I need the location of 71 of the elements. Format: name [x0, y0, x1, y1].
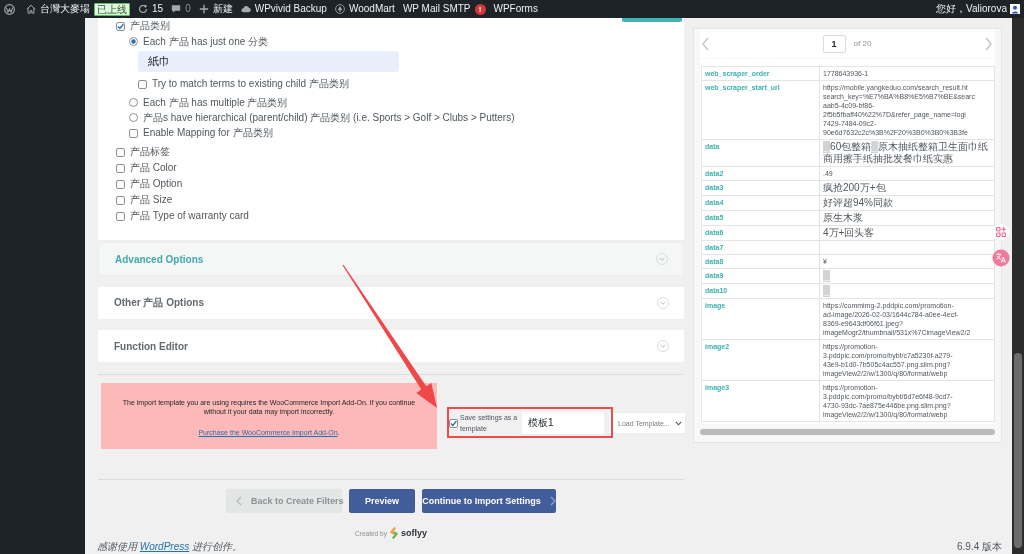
mail-menu-link[interactable]: WP Mail SMTP: [402, 2, 471, 16]
field-value-cell: ▒: [820, 284, 994, 298]
field-value-cell: 原生木浆: [820, 211, 994, 225]
option-label: 产品标签: [130, 145, 170, 159]
logo-icon: [389, 527, 398, 539]
field-value-cell: 疯抢200万+包: [820, 181, 994, 195]
continue-button[interactable]: Continue to Import Settings: [422, 489, 556, 513]
option-label: 产品 Color: [130, 161, 177, 175]
checkbox[interactable]: [116, 163, 125, 173]
option-label: Each 产品 has multiple 产品类别: [143, 95, 288, 110]
option-label: 产品 Option: [130, 177, 183, 191]
chevron-left-icon: [236, 496, 242, 506]
template-name-field[interactable]: 模板1: [522, 412, 604, 434]
page-number-field[interactable]: 1: [822, 34, 846, 53]
radio-button[interactable]: [129, 113, 138, 122]
scrollbar-thumb[interactable]: [700, 429, 995, 435]
field-value-cell: ▒60包整箱▒原木抽纸整箱卫生面巾纸商用擦手纸抽批发餐巾纸实惠: [820, 140, 994, 166]
notification-badge: !: [474, 3, 486, 15]
option-label: Each 产品 has just one 分类: [143, 34, 269, 49]
scrollbar-thumb[interactable]: [1014, 353, 1022, 548]
caret-down-icon: [675, 420, 682, 426]
theme-menu-link[interactable]: WoodMart: [334, 2, 395, 16]
backup-menu-link[interactable]: WPvivid Backup: [240, 2, 327, 16]
checkbox[interactable]: [116, 21, 125, 31]
chevron-right-icon: [549, 496, 556, 506]
grid-plus-icon[interactable]: [992, 223, 1010, 241]
site-name-link[interactable]: 台灣大麥場: [26, 2, 90, 16]
comments-link[interactable]: 0: [171, 2, 191, 16]
checkbox[interactable]: [116, 211, 125, 221]
preview-button[interactable]: Preview: [349, 489, 415, 513]
updates-link[interactable]: 15: [138, 2, 164, 16]
page-count: of 20: [853, 39, 872, 48]
option-label: 产品s have hierarchical (parent/child) 产品类别 (i.e. Sports > Golf > Clubs > Putters): [143, 110, 515, 125]
wordpress-link[interactable]: WordPress: [139, 541, 190, 552]
checkbox[interactable]: [116, 195, 125, 205]
status-badge: 已上线: [94, 2, 130, 16]
new-content-link[interactable]: 新建: [198, 2, 233, 16]
checkbox[interactable]: [449, 418, 458, 428]
cloud-icon: [240, 4, 251, 14]
accordion-header[interactable]: Function Editor: [98, 330, 684, 362]
checkbox[interactable]: [116, 179, 125, 189]
account-link[interactable]: 您好，Valiorova: [936, 2, 1007, 16]
plus-icon: [198, 4, 209, 14]
accordion-header[interactable]: Other 产品 Options: [98, 287, 684, 319]
tree-icon: [334, 4, 345, 14]
refresh-icon: [138, 4, 148, 14]
version-text: 6.9.4 版本: [956, 541, 1002, 553]
forms-menu-link[interactable]: WPForms: [493, 2, 538, 16]
home-icon: [26, 4, 36, 14]
radio-button[interactable]: [129, 37, 138, 46]
chevron-right-icon[interactable]: [985, 36, 992, 51]
field-value-cell: 4万+回头客: [820, 226, 994, 240]
option-label: Try to match terms to existing child 产品类别: [152, 77, 349, 91]
footer-text: 感谢使用 WordPress 进行创作。: [97, 541, 242, 553]
chevron-left-icon[interactable]: [702, 36, 709, 51]
field-value-cell: 好评超94%同款: [820, 196, 994, 210]
logo-icon[interactable]: [4, 3, 15, 15]
radio-button[interactable]: [129, 98, 138, 107]
option-label: 产品 Size: [130, 193, 173, 207]
comment-icon: [171, 4, 182, 14]
brand-name: soflyy: [400, 528, 427, 538]
checkbox[interactable]: [129, 128, 138, 138]
option-label: 产品类别: [130, 19, 170, 33]
text-input[interactable]: 紙巾: [138, 51, 399, 72]
checkbox[interactable]: [138, 79, 147, 89]
translate-icon[interactable]: [992, 249, 1010, 267]
field-value-cell: ▒: [820, 269, 994, 283]
checkbox[interactable]: [116, 147, 125, 157]
option-label: 产品 Type of warranty card: [130, 209, 249, 223]
avatar-icon[interactable]: [1010, 4, 1020, 14]
option-label: Enable Mapping for 产品类别: [143, 126, 273, 140]
